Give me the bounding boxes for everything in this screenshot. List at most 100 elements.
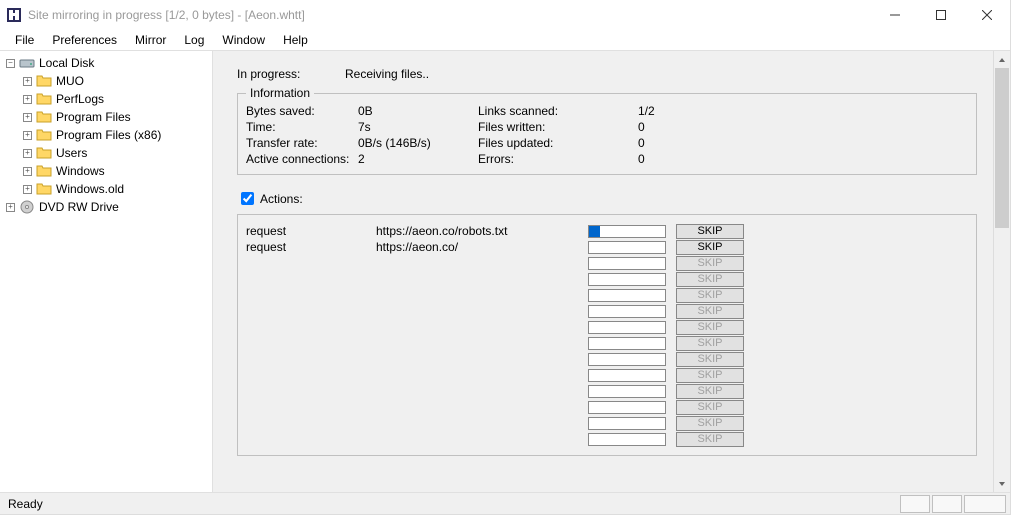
statusbar: Ready [0, 492, 1010, 514]
skip-button: SKIP [676, 288, 744, 303]
skip-button[interactable]: SKIP [676, 240, 744, 255]
minimize-button[interactable] [872, 0, 918, 30]
menubar: FilePreferencesMirrorLogWindowHelp [0, 30, 1010, 50]
skip-button: SKIP [676, 368, 744, 383]
info-key: Links scanned: [478, 104, 638, 118]
info-value: 7s [358, 120, 478, 134]
folder-tree[interactable]: −Local Disk +MUO+PerfLogs+Program Files+… [0, 51, 213, 492]
action-row: SKIP [246, 367, 968, 383]
status-pane [932, 495, 962, 513]
info-key: Errors: [478, 152, 638, 166]
tree-item-local-disk-c[interactable]: − Local Disk [0, 54, 212, 72]
menu-mirror[interactable]: Mirror [126, 31, 175, 49]
skip-button: SKIP [676, 400, 744, 415]
action-progress [588, 241, 666, 254]
action-progress [588, 417, 666, 430]
folder-icon [36, 91, 52, 107]
action-row: SKIP [246, 255, 968, 271]
tree-expander[interactable]: + [4, 201, 17, 214]
scroll-thumb[interactable] [995, 68, 1009, 228]
action-progress [588, 369, 666, 382]
info-value: 0B [358, 104, 478, 118]
action-type: request [246, 240, 376, 254]
tree-item[interactable]: + Windows.old [0, 180, 212, 198]
tree-item[interactable]: + PerfLogs [0, 90, 212, 108]
action-progress [588, 257, 666, 270]
actions-checkbox[interactable] [241, 192, 254, 205]
menu-help[interactable]: Help [274, 31, 317, 49]
tree-expander[interactable]: + [21, 129, 34, 142]
status-text: Ready [4, 497, 900, 511]
tree-expander[interactable]: + [21, 75, 34, 88]
scroll-up-button[interactable] [994, 51, 1010, 68]
tree-expander[interactable]: − [4, 57, 17, 70]
actions-group: requesthttps://aeon.co/robots.txtSKIPreq… [237, 214, 977, 456]
info-value: 0 [638, 136, 698, 150]
action-row: requesthttps://aeon.co/SKIP [246, 239, 968, 255]
disc-icon [19, 199, 35, 215]
actions-label: Actions: [260, 192, 303, 206]
action-row: SKIP [246, 335, 968, 351]
tree-expander[interactable]: + [21, 183, 34, 196]
info-key: Files updated: [478, 136, 638, 150]
status-pane [964, 495, 1006, 513]
tree-item[interactable]: +MUO [0, 72, 212, 90]
action-row: SKIP [246, 271, 968, 287]
tree-label: Windows.old [56, 182, 124, 196]
tree-item[interactable]: +Users [0, 144, 212, 162]
menu-window[interactable]: Window [213, 31, 274, 49]
in-progress-label: In progress: [237, 67, 345, 81]
tree-label: Program Files [56, 110, 131, 124]
folder-icon [36, 109, 52, 125]
menu-log[interactable]: Log [175, 31, 213, 49]
maximize-button[interactable] [918, 0, 964, 30]
close-button[interactable] [964, 0, 1010, 30]
skip-button: SKIP [676, 432, 744, 447]
scroll-track[interactable] [994, 68, 1010, 475]
tree-expander[interactable]: + [21, 147, 34, 160]
info-value: 1/2 [638, 104, 698, 118]
in-progress-line: In progress: Receiving files.. [237, 67, 977, 81]
vertical-scrollbar[interactable] [993, 51, 1010, 492]
skip-button: SKIP [676, 352, 744, 367]
main-panel: In progress: Receiving files.. Informati… [213, 51, 1010, 492]
action-url: https://aeon.co/ [376, 240, 588, 254]
skip-button: SKIP [676, 304, 744, 319]
action-row: SKIP [246, 399, 968, 415]
tree-item[interactable]: + Program Files (x86) [0, 126, 212, 144]
window-title: Site mirroring in progress [1/2, 0 bytes… [28, 8, 872, 22]
info-key: Files written: [478, 120, 638, 134]
action-row: SKIP [246, 383, 968, 399]
info-value: 0B/s (146B/s) [358, 136, 478, 150]
tree-expander[interactable]: + [21, 111, 34, 124]
tree-expander[interactable]: + [21, 165, 34, 178]
action-row: SKIP [246, 287, 968, 303]
action-row: SKIP [246, 303, 968, 319]
tree-label: Local Disk [39, 56, 94, 70]
info-value: 2 [358, 152, 478, 166]
menu-file[interactable]: File [6, 31, 43, 49]
app-icon [6, 7, 22, 23]
scroll-down-button[interactable] [994, 475, 1010, 492]
action-url: https://aeon.co/robots.txt [376, 224, 588, 238]
folder-icon [36, 163, 52, 179]
info-key: Time: [246, 120, 358, 134]
tree-item[interactable]: + Windows [0, 162, 212, 180]
tree-label: PerfLogs [56, 92, 104, 106]
tree-item[interactable]: + Program Files [0, 108, 212, 126]
tree-label: Program Files (x86) [56, 128, 161, 142]
tree-item-dvd-drive[interactable]: +DVD RW Drive [0, 198, 212, 216]
skip-button: SKIP [676, 272, 744, 287]
action-progress [588, 305, 666, 318]
skip-button: SKIP [676, 384, 744, 399]
skip-button[interactable]: SKIP [676, 224, 744, 239]
action-progress [588, 321, 666, 334]
action-row: SKIP [246, 351, 968, 367]
menu-preferences[interactable]: Preferences [43, 31, 126, 49]
tree-label: Windows [56, 164, 105, 178]
body: −Local Disk +MUO+PerfLogs+Program Files+… [0, 50, 1010, 492]
information-group: Information Bytes saved:0BLinks scanned:… [237, 93, 977, 175]
action-progress [588, 225, 666, 238]
action-progress [588, 337, 666, 350]
tree-expander[interactable]: + [21, 93, 34, 106]
